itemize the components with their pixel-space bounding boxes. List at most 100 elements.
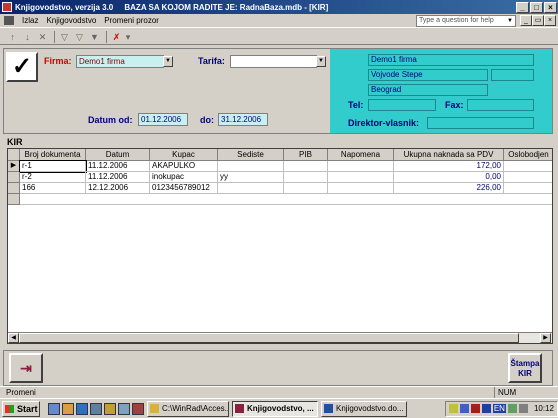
confirm-check-button[interactable]: ✓ [6, 52, 38, 82]
volume-icon[interactable] [518, 404, 528, 413]
kir-datasheet[interactable]: Broj dokumenta Datum Kupac Sediste PIB N… [7, 148, 553, 344]
sort-descending-icon[interactable]: ↓ [21, 31, 34, 43]
scroll-right-icon[interactable]: ▶ [540, 333, 551, 343]
mdi-close-button[interactable]: × [544, 15, 556, 26]
scroll-thumb[interactable] [19, 333, 519, 343]
windows-taskbar: Start C:\WinRad\Acces... Knjigovodstvo, … [0, 398, 558, 418]
table-cell-broj[interactable]: r-2 [20, 172, 86, 183]
table-cell-oslobodjen[interactable] [504, 183, 552, 194]
tray-icon[interactable] [448, 404, 458, 413]
maximize-button[interactable]: □ [530, 1, 543, 13]
table-cell-sediste[interactable] [218, 183, 284, 194]
taskbar-item-knjigovodstvo-access[interactable]: Knjigovodstvo, ... [232, 400, 318, 417]
table-cell-sediste[interactable]: yy [218, 172, 284, 183]
filter-by-selection-icon[interactable]: ▽ [58, 31, 71, 43]
table-cell-pib[interactable] [284, 161, 328, 172]
scroll-left-icon[interactable]: ◀ [8, 333, 19, 343]
mdi-restore-button[interactable]: ▭ [532, 15, 544, 26]
table-cell-datum[interactable]: 12.12.2006 [86, 183, 150, 194]
tarifa-dropdown-icon[interactable]: ▼ [316, 56, 326, 67]
table-cell-ukupno[interactable]: 0,00 [394, 172, 504, 183]
taskbar-item-knjigovodstvo-doc[interactable]: Knjigovodstvo.do... [321, 400, 407, 417]
table-cell-napomena[interactable] [328, 172, 394, 183]
delete-record-icon[interactable]: ✕ [36, 31, 49, 43]
exit-button[interactable]: ⇥ [9, 353, 43, 383]
close-button[interactable]: × [544, 1, 557, 13]
table-cell-napomena[interactable] [328, 161, 394, 172]
firma-dropdown-icon[interactable]: ▼ [163, 56, 173, 67]
apply-filter-icon[interactable]: ▼ [88, 31, 101, 43]
datum-do-field[interactable]: 31.12.2006 [218, 113, 268, 126]
tray-icon[interactable] [481, 404, 491, 413]
quicklaunch-app-icon[interactable] [118, 402, 130, 415]
remove-filter-icon[interactable]: ✗ [110, 31, 123, 43]
table-cell-broj[interactable]: 166 [20, 183, 86, 194]
filter-by-form-icon[interactable]: ▽ [73, 31, 86, 43]
sort-ascending-icon[interactable]: ↑ [6, 31, 19, 43]
clock[interactable]: 10:12 [534, 404, 554, 413]
quicklaunch-ie-icon[interactable] [76, 402, 88, 415]
tray-icon[interactable] [470, 404, 480, 413]
menu-item-izlaz[interactable]: Izlaz [22, 16, 38, 25]
tarifa-combo[interactable] [230, 55, 317, 68]
column-header-datum[interactable]: Datum [86, 149, 150, 161]
column-header-sediste[interactable]: Sediste [218, 149, 284, 161]
quicklaunch-outlook-icon[interactable] [90, 402, 102, 415]
row-selector-current-icon[interactable]: ▶ [8, 161, 20, 172]
column-header-broj[interactable]: Broj dokumenta [20, 149, 86, 161]
firma-combo[interactable]: Demo1 firma [76, 55, 164, 68]
table-cell-pib[interactable] [284, 183, 328, 194]
column-header-ukupno[interactable]: Ukupna naknada sa PDV [394, 149, 504, 161]
table-cell-ukupno[interactable]: 172,00 [394, 161, 504, 172]
table-cell-datum[interactable]: 11.12.2006 [86, 172, 150, 183]
quicklaunch-access-icon[interactable] [132, 402, 144, 415]
help-search-input[interactable]: Type a question for help [416, 15, 516, 27]
column-header-napomena[interactable]: Napomena [328, 149, 394, 161]
menu-item-promeni-prozor[interactable]: Promeni prozor [104, 16, 159, 25]
company-address-field: Vojvode Stepe [368, 69, 488, 81]
column-header-oslobodjen[interactable]: Oslobodjen [504, 149, 552, 161]
row-selector[interactable] [8, 172, 20, 183]
column-header-pib[interactable]: PIB [284, 149, 328, 161]
row-selector-header[interactable] [8, 149, 20, 161]
system-tray: EN 10:12 [444, 400, 558, 417]
new-record-selector[interactable] [8, 194, 20, 205]
table-cell-kupac[interactable]: inokupac [150, 172, 218, 183]
table-cell-oslobodjen[interactable] [504, 172, 552, 183]
help-dropdown-icon[interactable]: ▼ [507, 16, 515, 26]
director-label: Direktor-vlasnik: [348, 118, 420, 128]
taskbar-item-winrad[interactable]: C:\WinRad\Acces... [147, 400, 229, 417]
column-header-kupac[interactable]: Kupac [150, 149, 218, 161]
form-icon[interactable] [4, 16, 14, 25]
taskbar-item-label: C:\WinRad\Acces... [162, 403, 229, 413]
menu-item-knjigovodstvo[interactable]: Knjigovodstvo [46, 16, 96, 25]
table-cell-sediste[interactable] [218, 161, 284, 172]
toolbar-options-icon[interactable]: ▾ [125, 31, 131, 43]
print-kir-button[interactable]: Štampa KIR [508, 353, 542, 383]
window-title: Knjigovodstvo, verzija 3.0 BAZA SA KOJOM… [15, 3, 516, 12]
language-indicator[interactable]: EN [492, 404, 506, 413]
table-cell-kupac[interactable]: 0123456789012 [150, 183, 218, 194]
row-selector[interactable] [8, 183, 20, 194]
horizontal-scrollbar[interactable]: ◀ ▶ [8, 332, 552, 343]
tray-icon[interactable] [507, 404, 517, 413]
toolbar-separator [106, 30, 107, 43]
taskbar-item-label: Knjigovodstvo, ... [247, 403, 314, 413]
mdi-minimize-button[interactable]: _ [520, 15, 532, 26]
table-cell-napomena[interactable] [328, 183, 394, 194]
new-record-row[interactable] [20, 194, 552, 205]
table-cell-broj[interactable]: r-1 [19, 160, 87, 173]
table-cell-ukupno[interactable]: 226,00 [394, 183, 504, 194]
quicklaunch-desktop-icon[interactable] [48, 402, 60, 415]
quicklaunch-folder-icon[interactable] [104, 402, 116, 415]
table-cell-pib[interactable] [284, 172, 328, 183]
table-cell-kupac[interactable]: AKAPULKO [150, 161, 218, 172]
table-cell-datum[interactable]: 11.12.2006 [86, 161, 150, 172]
minimize-button[interactable]: _ [516, 1, 529, 13]
start-button[interactable]: Start [2, 400, 40, 417]
datum-od-field[interactable]: 01.12.2006 [138, 113, 188, 126]
quicklaunch-explorer-icon[interactable] [62, 402, 74, 415]
table-cell-oslobodjen[interactable] [504, 161, 552, 172]
app-icon [2, 2, 12, 12]
tray-icon[interactable] [459, 404, 469, 413]
